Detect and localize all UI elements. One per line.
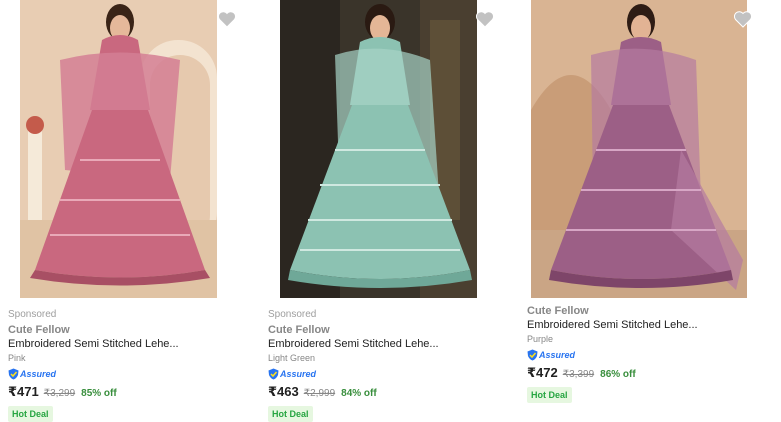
assured-shield-icon	[268, 368, 279, 379]
sponsored-label: Sponsored	[268, 309, 317, 320]
price-row: ₹472 ₹3,399 86% off	[527, 365, 698, 381]
assured-badge: Assured	[8, 367, 179, 380]
price-row: ₹471 ₹3,299 85% off	[8, 384, 179, 400]
original-price: ₹3,399	[562, 369, 595, 380]
price-row: ₹463 ₹2,999 84% off	[268, 384, 439, 400]
hot-deal-badge: Hot Deal	[268, 406, 313, 422]
discount-percent: 85% off	[81, 388, 117, 399]
product-image[interactable]	[531, 0, 747, 298]
discount-percent: 84% off	[341, 388, 377, 399]
selling-price: ₹463	[268, 384, 299, 399]
product-info: Sponsored Cute Fellow Embroidered Semi S…	[268, 308, 439, 422]
hot-deal-badge: Hot Deal	[8, 406, 53, 422]
brand-name: Cute Fellow	[268, 324, 330, 336]
original-price: ₹2,999	[303, 388, 336, 399]
hot-deal-badge: Hot Deal	[527, 387, 572, 403]
product-card[interactable]: Cute Fellow Embroidered Semi Stitched Le…	[527, 0, 757, 418]
sponsored-label: Sponsored	[8, 309, 57, 320]
heart-icon[interactable]	[733, 10, 753, 28]
product-title[interactable]: Embroidered Semi Stitched Lehe...	[527, 318, 698, 332]
heart-icon[interactable]	[217, 10, 237, 28]
product-color: Pink	[8, 353, 26, 363]
assured-label: Assured	[539, 349, 576, 360]
assured-shield-icon	[8, 368, 19, 379]
product-title[interactable]: Embroidered Semi Stitched Lehe...	[268, 337, 439, 351]
selling-price: ₹472	[527, 365, 558, 380]
brand-name: Cute Fellow	[527, 305, 589, 317]
discount-percent: 86% off	[600, 369, 636, 380]
product-image[interactable]	[280, 0, 477, 298]
original-price: ₹3,299	[43, 388, 76, 399]
assured-label: Assured	[280, 368, 317, 379]
heart-icon[interactable]	[475, 10, 495, 28]
brand-name: Cute Fellow	[8, 324, 70, 336]
product-title[interactable]: Embroidered Semi Stitched Lehe...	[8, 337, 179, 351]
selling-price: ₹471	[8, 384, 39, 399]
assured-badge: Assured	[527, 348, 698, 361]
product-info: Cute Fellow Embroidered Semi Stitched Le…	[527, 305, 698, 403]
assured-label: Assured	[20, 368, 57, 379]
product-color: Purple	[527, 334, 554, 344]
product-color: Light Green	[268, 353, 316, 363]
product-image[interactable]	[20, 0, 217, 298]
product-card[interactable]: Sponsored Cute Fellow Embroidered Semi S…	[8, 0, 238, 422]
product-info: Sponsored Cute Fellow Embroidered Semi S…	[8, 308, 179, 422]
assured-badge: Assured	[268, 367, 439, 380]
product-card[interactable]: Sponsored Cute Fellow Embroidered Semi S…	[268, 0, 498, 422]
assured-shield-icon	[527, 349, 538, 360]
